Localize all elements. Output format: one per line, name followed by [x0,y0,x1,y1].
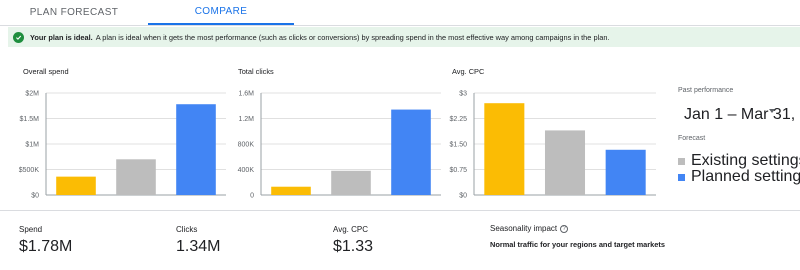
avg-cpc-ytick-label: $1.50 [449,142,467,149]
avg-cpc-bar-existing-settings[interactable] [544,130,586,195]
clicks-value: 1.34M [176,238,221,255]
total-clicks-ytick-label: 400K [238,167,255,174]
overall-spend-bar-planned-settings[interactable] [176,104,216,195]
legend-planned-label: Planned settings [691,168,800,185]
spend-value: $1.78M [19,238,73,255]
avg-cpc-value: $1.33 [333,238,374,255]
avg-cpc-bar-past-performance[interactable] [484,103,525,195]
overall-spend-bar-existing-settings[interactable] [116,159,156,195]
chart-title-total-clicks: Total clicks [238,67,274,76]
total-clicks-bar-past-performance[interactable] [271,186,311,195]
seasonality-text: Normal traffic for your regions and targ… [490,240,665,249]
existing-swatch [678,157,685,165]
tab-plan-forecast[interactable]: PLAN FORECAST [0,0,148,25]
total-clicks-ytick-label: 1.2M [238,116,254,123]
overall-spend-ytick-label: $1.5M [20,116,40,123]
planned-swatch [678,173,685,181]
avg-cpc-ytick-label: $0 [459,193,467,200]
avg-cpc-ytick-label: $0.75 [449,167,467,174]
banner-bold-text: Your plan is ideal. [30,32,93,42]
overall-spend-bar-past-performance[interactable] [56,176,96,195]
date-range-label: Jan 1 – Mar 31, 2019 [684,106,800,123]
total-clicks-bar-existing-settings[interactable] [331,170,371,195]
avg-cpc-label: Avg. CPC [333,225,368,234]
tab-bar: PLAN FORECAST COMPARE [0,0,800,25]
overall-spend-chart: $0 $500K $1M $1.5M $2M [19,91,226,200]
total-clicks-ytick-label: 0 [250,193,254,200]
legend-planned: Planned settings [678,168,800,186]
total-clicks-chart: 0 400K 800K 1.2M 1.6M [238,91,441,200]
avg-cpc-chart: $0 $0.75 $1.50 $2.25 $3 [449,91,656,200]
chart-title-overall-spend: Overall spend [23,67,69,76]
overall-spend-ytick-label: $2M [25,91,39,98]
overall-spend-ytick-label: $1M [25,142,39,149]
overall-spend-ytick-label: $0 [31,193,39,200]
avg-cpc-bar-planned-settings[interactable] [605,149,646,195]
chart-title-avg-cpc: Avg. CPC [452,67,485,76]
legend-past-heading: Past performance [678,87,734,94]
summary-divider [0,210,800,211]
check-circle-icon [13,31,24,43]
avg-cpc-ytick-label: $2.25 [449,116,467,123]
chevron-down-icon[interactable] [769,109,775,113]
clicks-label: Clicks [176,225,198,234]
legend-forecast-heading: Forecast [678,135,706,142]
seasonality-label-text: Seasonality impact [490,224,558,233]
seasonality-label: Seasonality impact ? [490,224,569,233]
tab-compare[interactable]: COMPARE [148,0,294,25]
overall-spend-ytick-label: $500K [19,167,40,174]
total-clicks-bar-planned-settings[interactable] [391,109,431,195]
total-clicks-ytick-label: 1.6M [238,91,254,98]
banner-text: A plan is ideal when it gets the most pe… [95,32,610,42]
total-clicks-ytick-label: 800K [238,142,255,149]
help-circle-icon[interactable]: ? [560,224,569,233]
spend-label: Spend [19,225,43,234]
tab-divider [0,25,800,26]
avg-cpc-ytick-label: $3 [459,91,467,98]
ideal-plan-banner: Your plan is ideal. A plan is ideal when… [8,27,800,47]
